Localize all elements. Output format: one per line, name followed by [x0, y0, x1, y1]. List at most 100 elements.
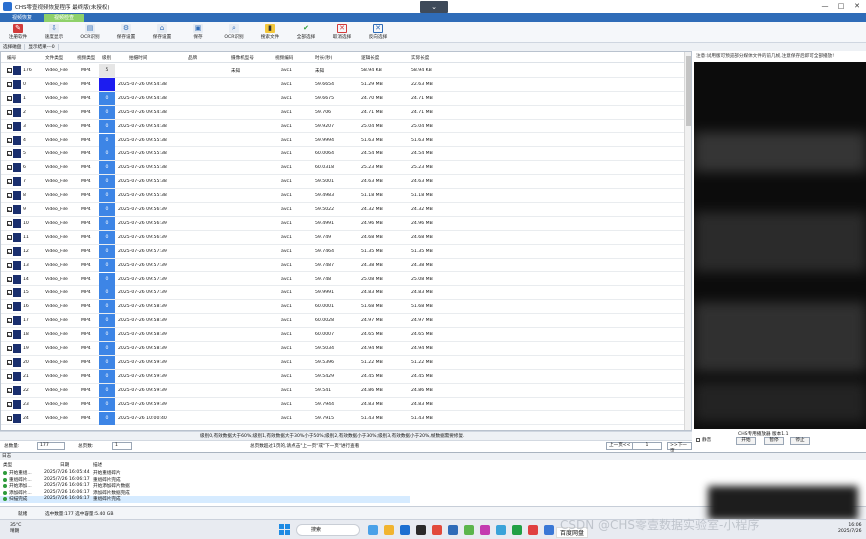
mute-checkbox[interactable] — [696, 438, 700, 442]
app-icon-8[interactable] — [544, 525, 554, 535]
col-video-type[interactable]: 视频类型 — [77, 55, 95, 61]
table-row[interactable]: 11 Video_File MP4 0 2025-07-26 09:56:39 avc1 5… — [1, 230, 691, 245]
scrollbar-thumb[interactable] — [686, 56, 691, 126]
table-row[interactable]: 13 Video_File MP4 0 2025-07-26 09:57:39 avc1 5… — [1, 258, 691, 273]
table-row[interactable]: 2 Video_File MP4 0 2025-07-26 09:54:38 avc1 59… — [1, 105, 691, 120]
row-checkbox[interactable] — [7, 401, 12, 407]
table-row[interactable]: 19 Video_File MP4 0 2025-07-26 09:58:39 avc1 5… — [1, 342, 691, 356]
table-row[interactable]: 16 Video_File MP4 0 2025-07-26 09:58:39 avc1 6… — [1, 300, 691, 315]
next-page-button[interactable]: >>下一页 — [667, 442, 692, 454]
row-checkbox[interactable] — [7, 68, 12, 73]
row-checkbox[interactable] — [7, 346, 12, 351]
table-row[interactable]: 5 Video_File MP4 0 2025-07-26 09:55:38 avc1 60… — [1, 147, 691, 162]
windows-start-icon[interactable] — [279, 524, 290, 535]
log-row[interactable]: 开始重组... 2025/7/26 16:05:44 开始重组碎片 — [0, 470, 410, 477]
maximize-button[interactable]: □ — [834, 0, 848, 13]
row-checkbox[interactable] — [7, 262, 12, 268]
save-settings-button[interactable]: ⚙ 保存设置 — [114, 22, 138, 42]
tab-video-check[interactable]: 视频检查 — [44, 13, 85, 22]
table-row[interactable]: 8 Video_File MP4 0 2025-07-26 09:55:38 avc1 59… — [1, 189, 691, 203]
row-checkbox[interactable] — [7, 207, 12, 212]
table-row[interactable]: 4 Video_File MP4 0 2025-07-26 09:55:38 avc1 59… — [1, 133, 691, 148]
save-settings-2-button[interactable]: ⌂ 保存设置 — [150, 22, 174, 42]
select-all-button[interactable]: ✔ 全部选择 — [294, 22, 318, 42]
app-icon-5[interactable] — [480, 525, 490, 535]
start-button[interactable]: 开始 — [736, 437, 756, 445]
invert-select-button[interactable]: ✕ 反向选择 — [366, 22, 390, 42]
col-model[interactable]: 摄像机型号 — [231, 55, 254, 61]
stop-button[interactable]: 停止 — [790, 437, 810, 445]
prev-page-button[interactable]: 上一页<< — [606, 442, 634, 450]
row-checkbox[interactable] — [7, 165, 12, 171]
col-duration[interactable]: 时长(秒) — [315, 55, 332, 61]
minimize-button[interactable]: — — [818, 0, 832, 13]
col-capture-time[interactable]: 拍摄时间 — [129, 55, 147, 61]
save-button[interactable]: ▣ 保存 — [186, 22, 210, 42]
weather-widget[interactable]: 35°C 晴朗 — [10, 523, 21, 535]
row-checkbox[interactable] — [7, 332, 12, 338]
col-real-size[interactable]: 实际长度 — [411, 55, 429, 61]
app-icon-3[interactable] — [448, 525, 458, 535]
col-id[interactable]: 编号 — [7, 55, 16, 61]
chevron-down-icon[interactable]: ⌄ — [420, 1, 448, 13]
row-checkbox[interactable] — [7, 193, 12, 199]
taskbar-clock[interactable]: 16:06 2025/7/26 — [838, 523, 862, 535]
row-checkbox[interactable] — [7, 359, 12, 365]
close-button[interactable]: ✕ — [850, 0, 864, 13]
register-button[interactable]: ✎ 注册软件 — [6, 22, 30, 42]
table-row[interactable]: 9 Video_File MP4 0 2025-07-26 09:56:39 avc1 59… — [1, 203, 691, 217]
row-checkbox[interactable] — [7, 387, 12, 393]
table-row[interactable]: 21 Video_File MP4 0 2025-07-26 09:59:39 avc1 5… — [1, 369, 691, 384]
table-row[interactable]: 176 Video_File MP4 5 未知 avc1 未知 58.94 KB 58.94 K… — [1, 64, 691, 78]
search-file-button[interactable]: ▮ 搜索文件 — [258, 22, 282, 42]
col-brand[interactable]: 品牌 — [188, 55, 197, 61]
tab-video-recovery[interactable]: 视频恢复 — [2, 14, 42, 22]
col-logic-size[interactable]: 逻辑长度 — [361, 55, 379, 61]
table-row[interactable]: 7 Video_File MP4 0 2025-07-26 09:55:38 avc1 59… — [1, 175, 691, 190]
ocr-button-2[interactable]: ⌕ OCR识别 — [222, 22, 246, 42]
row-checkbox[interactable] — [7, 179, 12, 185]
app-icon-4[interactable] — [464, 525, 474, 535]
table-row[interactable]: 20 Video_File MP4 0 2025-07-26 09:59:39 avc1 5… — [1, 355, 691, 370]
pause-button[interactable]: 暂停 — [764, 437, 784, 445]
ocr-recognize-button[interactable]: ▤ OCR识别 — [78, 22, 102, 42]
ocr-button[interactable]: ⇩ 速度显示 — [42, 22, 66, 42]
table-row[interactable]: 18 Video_File MP4 0 2025-07-26 09:58:39 avc1 6… — [1, 328, 691, 342]
row-checkbox[interactable] — [7, 234, 12, 240]
row-checkbox[interactable] — [7, 248, 12, 254]
table-row[interactable]: 24 Video_File MP4 0 2025-07-26 10:00:40 avc1 5… — [1, 411, 691, 426]
table-row[interactable]: 10 Video_File MP4 0 2025-07-26 09:56:39 avc1 5… — [1, 216, 691, 231]
table-row[interactable]: 23 Video_File MP4 0 2025-07-26 09:59:39 avc1 5… — [1, 397, 691, 412]
table-row[interactable]: 0 Video_File MP4 2025-07-26 09:54:38 avc1 59.… — [1, 77, 691, 92]
row-checkbox[interactable] — [7, 95, 12, 101]
col-level[interactable]: 级别 — [102, 55, 111, 61]
row-checkbox[interactable] — [7, 137, 12, 143]
table-row[interactable]: 12 Video_File MP4 0 2025-07-26 09:57:39 avc1 5… — [1, 244, 691, 259]
row-checkbox[interactable] — [7, 81, 12, 87]
app-icon-6[interactable] — [496, 525, 506, 535]
deselect-button[interactable]: ✕ 取消选择 — [330, 22, 354, 42]
tab-results[interactable]: 显示结果---0 — [25, 44, 59, 50]
table-row[interactable]: 22 Video_File MP4 0 2025-07-26 09:59:39 avc1 5… — [1, 383, 691, 398]
wechat-icon[interactable] — [512, 525, 522, 535]
row-checkbox[interactable] — [7, 415, 12, 421]
taskview-icon[interactable] — [368, 525, 378, 535]
log-row[interactable]: 扫描完成 2025/7/26 16:06:17 重组碎片完成 — [0, 496, 410, 503]
row-checkbox[interactable] — [7, 151, 12, 157]
video-preview[interactable] — [694, 62, 866, 479]
taskbar-search[interactable]: 搜索 — [296, 524, 360, 536]
table-row[interactable]: 3 Video_File MP4 0 2025-07-26 09:54:38 avc1 59… — [1, 119, 691, 134]
row-checkbox[interactable] — [7, 220, 12, 226]
row-checkbox[interactable] — [7, 109, 12, 115]
explorer-icon[interactable] — [384, 525, 394, 535]
row-checkbox[interactable] — [7, 276, 12, 282]
log-row[interactable]: 开始添加... 2025/7/26 16:06:17 开始添加碎片数据 — [0, 483, 410, 490]
table-row[interactable]: 17 Video_File MP4 0 2025-07-26 09:58:39 avc1 6… — [1, 314, 691, 329]
row-checkbox[interactable] — [7, 304, 12, 310]
col-file-type[interactable]: 文件类型 — [45, 55, 63, 61]
col-codec[interactable]: 视频编码 — [275, 55, 293, 61]
page-input[interactable]: 1 — [632, 442, 662, 450]
table-row[interactable]: 15 Video_File MP4 0 2025-07-26 09:57:39 avc1 5… — [1, 286, 691, 301]
table-row[interactable]: 14 Video_File MP4 0 2025-07-26 09:57:39 avc1 5… — [1, 272, 691, 287]
app-icon-7[interactable] — [528, 525, 538, 535]
